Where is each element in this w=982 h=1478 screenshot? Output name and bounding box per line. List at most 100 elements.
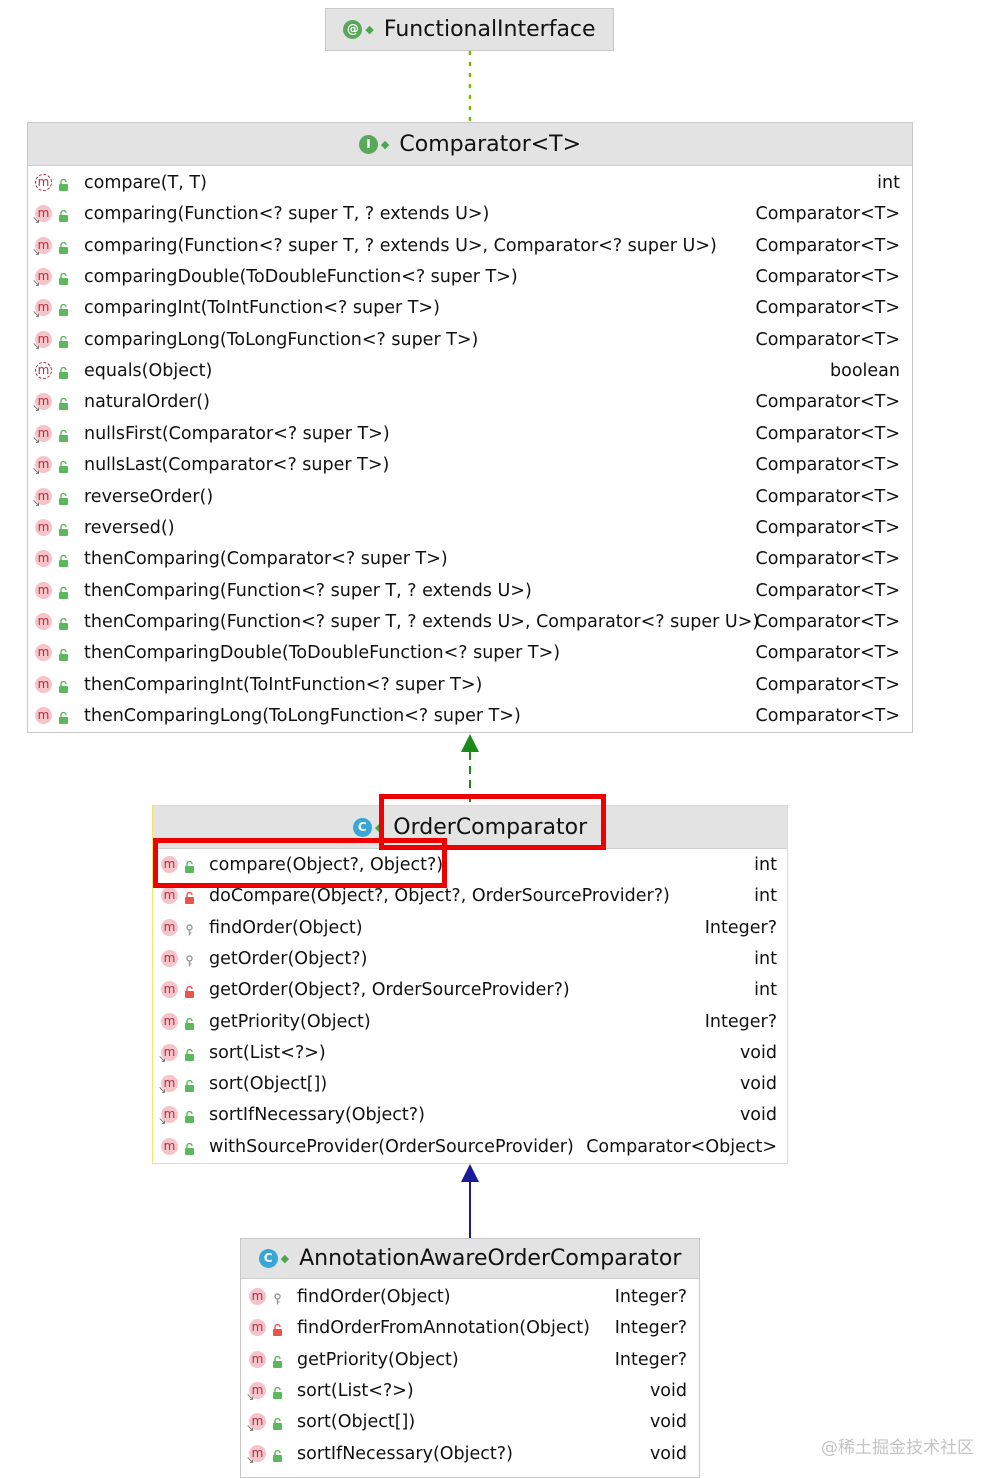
method-row-sort[interactable]: m ↘ sort(Object[]) void [153,1069,787,1100]
method-row-sortifnecessary[interactable]: m ↘ sortIfNecessary(Object?) void [241,1439,699,1470]
method-return-type: void [649,1380,687,1401]
method-row-getpriority[interactable]: m getPriority(Object) Integer? [241,1345,699,1376]
public-lock-icon [184,1108,195,1124]
method-signature: compare(T, T) [84,173,207,193]
public-lock-icon [184,1077,195,1093]
static-method-icon: m ↘ [158,1075,178,1096]
method-icon: m [161,949,178,967]
method-icon: m [161,887,178,905]
method-return-type: int [754,855,777,875]
generalization-arrowhead [461,1164,479,1182]
method-row-naturalorder[interactable]: m ↘ naturalOrder() Comparator<T> [28,387,912,418]
public-lock-icon [272,1353,283,1368]
static-method-icon: m ↘ [32,268,52,289]
method-row-sort[interactable]: m ↘ sort(List<?>) void [153,1038,787,1069]
method-row-thencomparingint[interactable]: m thenComparingInt(ToIntFunction<? super … [28,670,912,701]
public-lock-icon [58,552,69,568]
method-return-type: Comparator<T> [755,298,900,319]
method-return-type: Integer? [614,1349,687,1370]
method-signature: sortIfNecessary(Object?) [297,1443,513,1464]
watermark: @稀土掘金技术社区 [821,1438,974,1458]
method-row-equals[interactable]: m equals(Object) boolean [28,356,912,387]
method-row-thencomparing[interactable]: m thenComparing(Comparator<? super T>) Com… [28,544,912,575]
functional-interface-node[interactable]: @ ◆ FunctionalInterface [325,8,614,51]
public-lock-icon [184,1140,195,1155]
method-signature: sort(Object[]) [209,1074,328,1095]
method-icon: m [35,675,52,693]
method-signature: comparing(Function<? super T, ? extends … [84,204,490,225]
method-row-thencomparingdouble[interactable]: m thenComparingDouble(ToDoubleFunction<? … [28,638,912,669]
method-signature: thenComparingLong(ToLongFunction<? super… [84,705,521,726]
method-icon: m [35,644,52,662]
method-icon: m [161,918,178,936]
public-lock-icon [58,458,69,474]
public-lock-icon [58,395,69,411]
method-row-findorderfromannotation[interactable]: m findOrderFromAnnotation(Object) Integer? [241,1313,699,1344]
method-icon: m [35,550,52,568]
method-row-comparingint[interactable]: m ↘ comparingInt(ToIntFunction<? super T>)… [28,293,912,324]
method-row-reversed[interactable]: m reversed() Comparator<T> [28,513,912,544]
private-lock-icon [184,983,195,999]
public-lock-icon [58,521,69,536]
method-return-type: Comparator<T> [755,455,900,476]
method-row-getorder[interactable]: m getOrder(Object?, OrderSourceProvider?)… [153,975,787,1006]
public-lock-icon [58,427,69,442]
method-row-getorder[interactable]: m getOrder(Object?) int [153,944,787,975]
method-row-reverseorder[interactable]: m ↘ reverseOrder() Comparator<T> [28,482,912,513]
static-method-icon: m ↘ [246,1444,266,1465]
method-signature: naturalOrder() [84,392,210,413]
method-row-sortifnecessary[interactable]: m ↘ sortIfNecessary(Object?) void [153,1100,787,1131]
public-lock-icon [58,301,69,317]
method-return-type: boolean [830,361,900,382]
method-signature: withSourceProvider(OrderSourceProvider) [209,1136,574,1157]
method-return-type: Comparator<T> [755,643,900,664]
method-row-getpriority[interactable]: m getPriority(Object) Integer? [153,1007,787,1038]
method-row-comparing[interactable]: m ↘ comparing(Function<? super T, ? extend… [28,231,912,262]
public-lock-icon [58,615,69,630]
method-row-findorder[interactable]: m findOrder(Object) Integer? [241,1282,699,1313]
method-row-thencomparinglong[interactable]: m thenComparingLong(ToLongFunction<? supe… [28,701,912,732]
method-return-type: int [877,173,900,193]
method-signature: reversed() [84,517,175,538]
static-method-icon: m ↘ [32,205,52,226]
method-row-withsourceprovider[interactable]: m withSourceProvider(OrderSourceProvider)… [153,1132,787,1163]
annotation-aware-order-comparator-node[interactable]: C ◆ AnnotationAwareOrderComparator m find… [240,1238,700,1478]
public-lock-icon [58,270,69,286]
realization-arrowhead [461,734,479,752]
method-return-type: Integer? [704,1011,777,1032]
method-row-comparing[interactable]: m ↘ comparing(Function<? super T, ? extend… [28,199,912,230]
comparator-interface-node[interactable]: I ◆ Comparator<T> m compare(T, T) int m ↘ com… [27,122,913,733]
public-lock-icon [184,1046,195,1061]
method-row-comparingdouble[interactable]: m ↘ comparingDouble(ToDoubleFunction<? sup… [28,262,912,293]
method-row-findorder[interactable]: m findOrder(Object) Integer? [153,913,787,944]
method-return-type: void [649,1412,687,1433]
method-icon: m [35,581,52,599]
interface-icon: I ◆ [358,134,389,154]
method-row-nullslast[interactable]: m ↘ nullsLast(Comparator<? super T>) Compar… [28,450,912,481]
method-row-thencomparing[interactable]: m thenComparing(Function<? super T, ? ext… [28,576,912,607]
static-method-icon: m ↘ [32,299,52,320]
method-icon: m [161,981,178,999]
method-row-sort[interactable]: m ↘ sort(Object[]) void [241,1407,699,1438]
method-return-type: Comparator<T> [755,329,900,350]
method-signature: sort(List<?>) [209,1042,326,1063]
method-row-nullsfirst[interactable]: m ↘ nullsFirst(Comparator<? super T>) Compa… [28,419,912,450]
public-lock-icon [58,584,69,599]
method-row-compare[interactable]: m compare(T, T) int [28,168,912,199]
method-signature: sort(List<?>) [297,1380,414,1401]
method-signature: thenComparingInt(ToIntFunction<? super T… [84,674,483,695]
method-row-comparinglong[interactable]: m ↘ comparingLong(ToLongFunction<? super T… [28,325,912,356]
method-row-sort[interactable]: m ↘ sort(List<?>) void [241,1376,699,1407]
method-return-type: Comparator<T> [755,611,900,632]
public-lock-icon [58,207,69,223]
public-lock-icon [58,239,69,254]
method-return-type: Comparator<T> [755,705,900,726]
method-row-thencomparing[interactable]: m thenComparing(Function<? super T, ? ext… [28,607,912,638]
method-icon: m [249,1319,266,1337]
method-icon: m [35,706,52,724]
method-signature: nullsFirst(Comparator<? super T>) [84,423,390,444]
annotation-aware-header: C ◆ AnnotationAwareOrderComparator [241,1239,699,1279]
comparator-title: Comparator<T> [399,131,582,157]
static-method-icon: m ↘ [158,1106,178,1127]
method-signature: comparingDouble(ToDoubleFunction<? super… [84,267,518,288]
